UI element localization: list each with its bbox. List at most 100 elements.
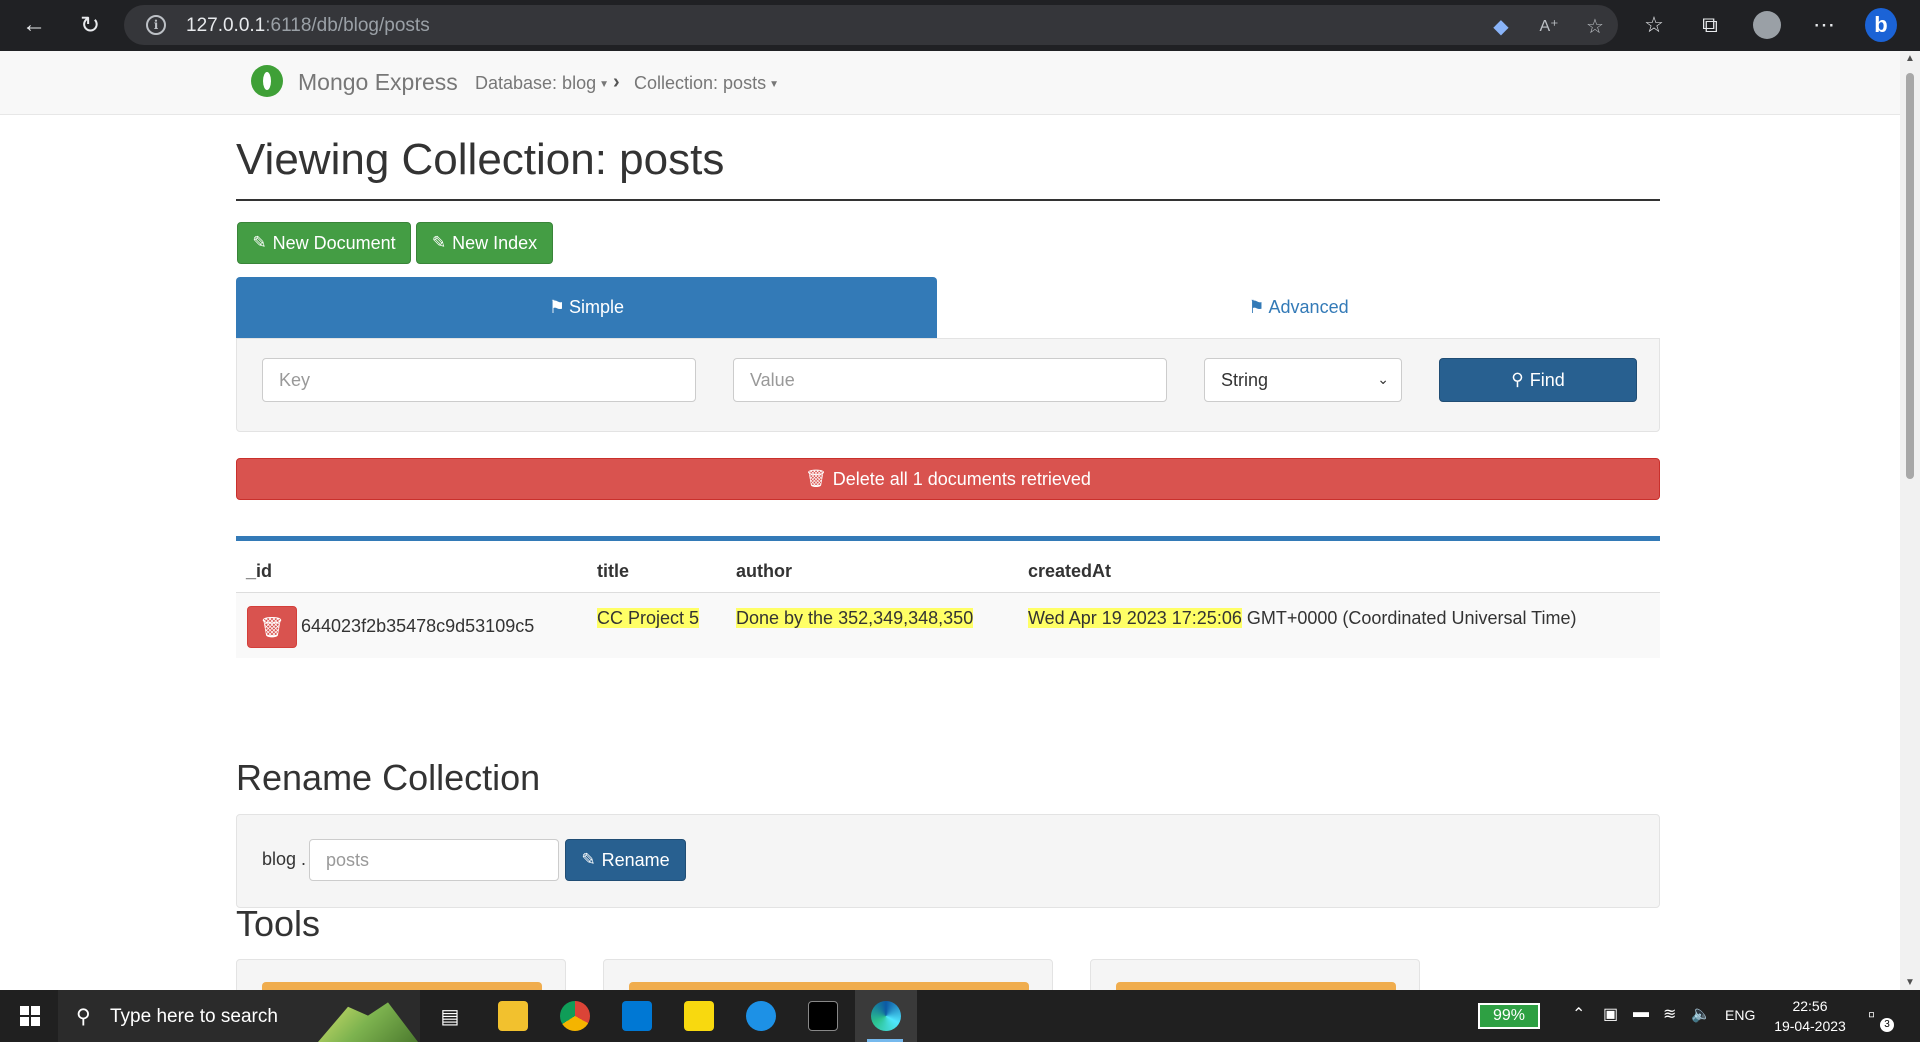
task-view-icon[interactable]: ▤: [420, 990, 480, 1042]
profile-avatar[interactable]: [1751, 9, 1783, 41]
tab-advanced-label: Advanced: [1268, 297, 1349, 317]
scroll-up-arrow-icon[interactable]: ▲: [1905, 53, 1915, 64]
address-bar[interactable]: i 127.0.0.1:6118/db/blog/posts ◆ A⁺ ☆: [124, 5, 1618, 45]
windows-start-icon[interactable]: [20, 1006, 40, 1026]
browser-toolbar: ← ↻ i 127.0.0.1:6118/db/blog/posts ◆ A⁺ …: [0, 0, 1920, 51]
wifi-icon[interactable]: ≋: [1663, 1004, 1676, 1024]
find-button[interactable]: ⚲ Find: [1439, 358, 1637, 402]
language-indicator[interactable]: ENG: [1725, 1007, 1755, 1023]
rename-db-prefix: blog .: [262, 849, 307, 869]
column-header-createdAt: createdAt: [1028, 561, 1112, 581]
document-created-cell[interactable]: Wed Apr 19 2023 17:25:06 GMT+0000 (Coord…: [1028, 608, 1576, 629]
collection-crumb-label: Collection: posts: [634, 73, 767, 93]
chevron-down-icon: ⌄: [1377, 371, 1389, 387]
taskbar-search-text: Type here to search: [110, 1006, 278, 1027]
sticky-notes-icon[interactable]: [669, 990, 729, 1042]
tool-card-button[interactable]: [1116, 982, 1396, 990]
column-header-author: author: [736, 561, 792, 581]
page-title: Viewing Collection: posts: [236, 135, 1660, 201]
add-favorite-icon[interactable]: ☆: [1582, 13, 1608, 39]
trash-icon: 🗑: [805, 469, 827, 488]
find-label: Find: [1529, 369, 1565, 390]
tool-card: [603, 959, 1053, 990]
volume-icon[interactable]: 🔈: [1691, 1004, 1711, 1024]
caret-down-icon: ▼: [769, 78, 779, 90]
tag-icon: ⚑: [548, 297, 566, 317]
collections-icon[interactable]: ⧉: [1694, 9, 1726, 41]
clock-time: 22:56: [1792, 998, 1828, 1014]
search-highlight-image: [318, 1002, 418, 1042]
back-arrow-icon[interactable]: ←: [18, 9, 50, 41]
document-title: CC Project 5: [597, 608, 700, 628]
tool-card-button[interactable]: [262, 982, 542, 990]
notifications-icon[interactable]: ▫: [1868, 1004, 1875, 1027]
new-document-button[interactable]: ✎ New Document: [237, 222, 411, 264]
edge-browser-icon[interactable]: [855, 990, 917, 1042]
meet-now-icon[interactable]: ▣: [1603, 1004, 1618, 1024]
taskbar-search[interactable]: ⚲ Type here to search: [58, 990, 420, 1042]
key-input[interactable]: [262, 358, 696, 402]
url-text: 127.0.0.1:6118/db/blog/posts: [186, 15, 430, 37]
docker-icon[interactable]: [731, 990, 791, 1042]
bing-chat-icon[interactable]: b: [1865, 8, 1897, 42]
tab-advanced[interactable]: ⚑ Advanced: [937, 277, 1660, 338]
delete-all-label: Delete all 1 documents retrieved: [832, 468, 1091, 489]
document-title-cell[interactable]: CC Project 5: [597, 608, 700, 629]
column-header-id: _id: [246, 561, 273, 581]
type-select-value: String: [1221, 369, 1269, 390]
pencil-icon: ✎: [581, 850, 596, 869]
reload-icon[interactable]: ↻: [74, 9, 106, 41]
rename-collection-heading: Rename Collection: [236, 757, 541, 798]
trash-icon: 🗑: [259, 616, 285, 639]
battery-icon[interactable]: ▬: [1633, 1004, 1649, 1022]
document-created-date: Wed Apr 19 2023 17:25:06: [1028, 608, 1242, 628]
tools-heading: Tools: [236, 903, 321, 944]
mongo-leaf-icon[interactable]: [251, 65, 283, 97]
rename-collection-input[interactable]: [309, 839, 559, 881]
delete-document-button[interactable]: 🗑: [247, 606, 297, 648]
terminal-icon[interactable]: [793, 990, 853, 1042]
battery-percentage[interactable]: 99%: [1478, 1003, 1540, 1029]
vscode-icon[interactable]: [607, 990, 667, 1042]
favorites-icon[interactable]: ☆: [1638, 9, 1670, 41]
rename-button[interactable]: ✎ Rename: [565, 839, 686, 881]
chrome-app-icon[interactable]: [545, 990, 605, 1042]
rename-collection-panel: blog . ✎ Rename: [236, 814, 1660, 908]
document-author-cell[interactable]: Done by the 352,349,348,350: [736, 608, 974, 629]
tag-icon[interactable]: ◆: [1488, 13, 1514, 39]
scrollbar-thumb[interactable]: [1906, 73, 1914, 479]
system-clock[interactable]: 22:56 19-04-2023: [1770, 996, 1850, 1036]
document-id-link[interactable]: 644023f2b35478c9d53109c5: [301, 616, 534, 637]
app-navbar: Mongo Express Database: blog ▼ › Collecti…: [0, 51, 1900, 115]
url-host: 127.0.0.1: [186, 15, 266, 36]
notification-count-badge: 3: [1880, 1018, 1894, 1032]
value-input[interactable]: [733, 358, 1167, 402]
clock-date: 19-04-2023: [1774, 1018, 1846, 1034]
tool-card: [1090, 959, 1420, 990]
search-icon: ⚲: [1511, 370, 1524, 389]
tags-icon: ⚑: [1248, 297, 1265, 317]
brand-name[interactable]: Mongo Express: [298, 69, 458, 96]
windows-taskbar: ⚲ Type here to search ▤ 99% ⌃ ▣ ▬ ≋ 🔈 EN…: [0, 990, 1920, 1042]
page-content: Mongo Express Database: blog ▼ › Collecti…: [0, 51, 1900, 990]
database-dropdown[interactable]: Database: blog ▼: [475, 73, 609, 94]
page-scrollbar[interactable]: ▲ ▼: [1900, 51, 1920, 990]
site-info-icon[interactable]: i: [146, 15, 166, 35]
chevron-up-icon[interactable]: ⌃: [1572, 1004, 1585, 1024]
scroll-down-arrow-icon[interactable]: ▼: [1905, 977, 1915, 988]
tool-card: [236, 959, 566, 990]
caret-down-icon: ▼: [599, 78, 609, 90]
more-options-icon[interactable]: ⋯: [1808, 9, 1840, 41]
new-index-button[interactable]: ✎ New Index: [416, 222, 553, 264]
new-index-label: New Index: [452, 232, 538, 253]
file-explorer-icon[interactable]: [483, 990, 543, 1042]
type-select[interactable]: String ⌄: [1204, 358, 1402, 402]
pencil-icon: ✎: [431, 233, 447, 252]
delete-all-button[interactable]: 🗑 Delete all 1 documents retrieved: [236, 458, 1660, 500]
chevron-right-icon: ›: [613, 71, 620, 93]
read-aloud-icon[interactable]: A⁺: [1536, 13, 1562, 39]
tool-card-button[interactable]: [629, 982, 1029, 990]
simple-query-panel: String ⌄ ⚲ Find: [236, 338, 1660, 432]
tab-simple[interactable]: ⚑ Simple: [236, 277, 937, 338]
collection-dropdown[interactable]: Collection: posts ▼: [634, 73, 779, 94]
